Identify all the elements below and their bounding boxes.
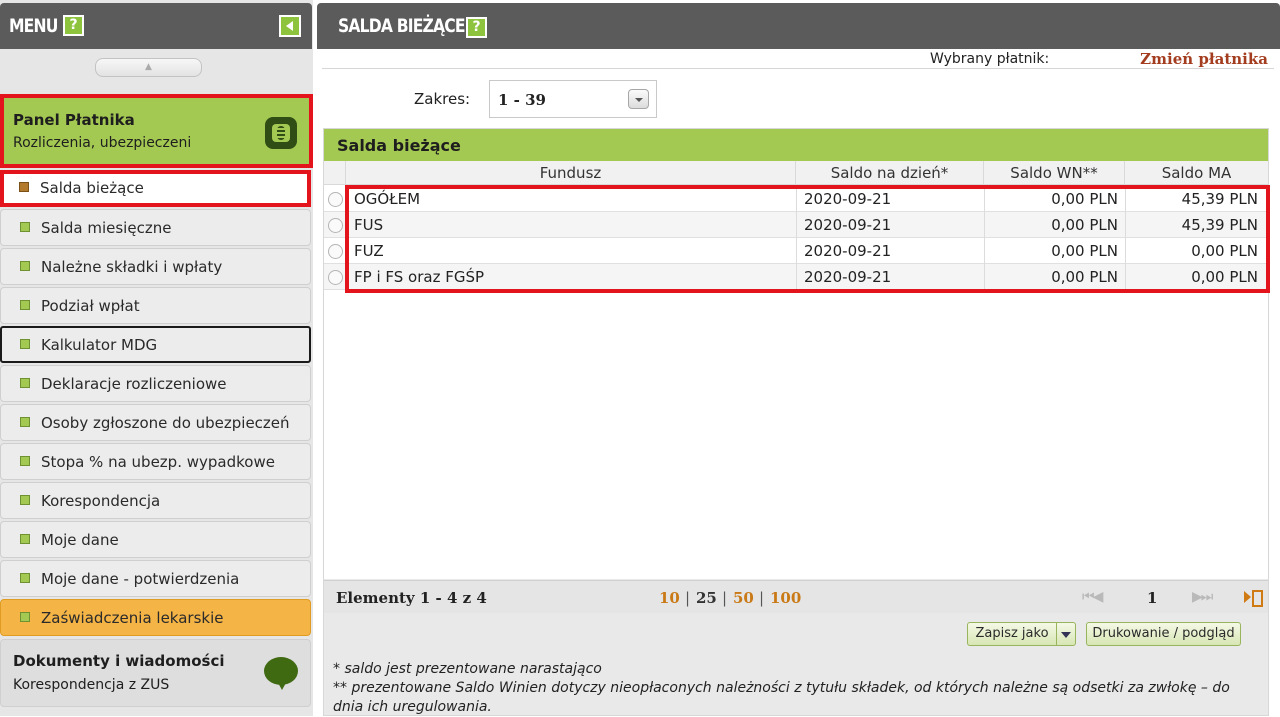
separator: |: [685, 589, 691, 607]
bullet-icon: [20, 339, 30, 349]
menu-title: MENU: [9, 15, 58, 37]
dokumenty-group[interactable]: Dokumenty i wiadomości Korespondencja z …: [0, 639, 311, 707]
sidebar-item-label: Moje dane - potwierdzenia: [41, 570, 240, 588]
column-header-select: [324, 161, 346, 185]
sidebar-item-moje-dane-potwierdzenia[interactable]: Moje dane - potwierdzenia: [0, 560, 311, 597]
last-page-icon[interactable]: [1244, 589, 1263, 607]
row-radio[interactable]: [328, 192, 343, 207]
sidebar-item-label: Moje dane: [41, 531, 119, 549]
sidebar-item-label: Deklaracje rozliczeniowe: [41, 375, 227, 393]
bullet-icon: [20, 222, 30, 232]
balances-grid: Salda bieżące Fundusz Saldo na dzień* Sa…: [323, 128, 1270, 716]
main-content: SALDA BIEŻĄCE ? Wybrany płatnik: Zmień p…: [317, 0, 1280, 716]
bullet-icon: [20, 534, 30, 544]
sidebar-item-osoby-zgloszone[interactable]: Osoby zgłoszone do ubezpieczeń: [0, 404, 311, 441]
sidebar-item-label: Salda bieżące: [40, 179, 144, 197]
panel-subtitle: Rozliczenia, ubezpieczeni: [13, 135, 192, 151]
page-help-icon[interactable]: ?: [466, 17, 487, 38]
grid-footer: Elementy 1 - 4 z 4 10 | 25 | 50 | 100 ⏮◀…: [324, 580, 1268, 613]
sidebar-item-moje-dane[interactable]: Moje dane: [0, 521, 311, 558]
change-payer-link[interactable]: Zmień płatnika: [1140, 50, 1268, 68]
sidebar-item-salda-biezace[interactable]: Salda bieżące: [0, 170, 311, 207]
page-size-100[interactable]: 100: [770, 589, 801, 607]
save-as-button[interactable]: Zapisz jako: [967, 622, 1057, 646]
footnote-1: * saldo jest prezentowane narastająco: [333, 661, 602, 677]
print-preview-button[interactable]: Drukowanie / podgląd: [1086, 622, 1241, 646]
page-size-10[interactable]: 10: [659, 589, 680, 607]
range-select[interactable]: 1 - 39: [489, 80, 657, 118]
bullet-icon: [20, 612, 30, 622]
first-prev-page-icon[interactable]: ⏮◀: [1082, 589, 1103, 605]
page-size-50[interactable]: 50: [733, 589, 754, 607]
bullet-icon: [20, 573, 30, 583]
bullet-icon: [20, 300, 30, 310]
docs-title: Dokumenty i wiadomości: [13, 652, 225, 670]
sidebar-item-nalezne-skladki[interactable]: Należne składki i wpłaty: [0, 248, 311, 285]
sidebar-item-deklaracje[interactable]: Deklaracje rozliczeniowe: [0, 365, 311, 402]
grid-title-bar: Salda bieżące: [324, 129, 1268, 161]
bullet-icon: [19, 182, 29, 192]
footnote-2: ** prezentowane Saldo Winien dotyczy nie…: [333, 680, 1230, 715]
sidebar-item-korespondencja[interactable]: Korespondencja: [0, 482, 311, 519]
sidebar-item-podzial-wplat[interactable]: Podział wpłat: [0, 287, 311, 324]
save-as-dropdown-icon[interactable]: [1056, 622, 1076, 646]
current-page: 1: [1147, 589, 1158, 607]
sidebar-item-label: Salda miesięczne: [41, 219, 172, 237]
panel-title: Panel Płatnika: [13, 111, 135, 129]
chevron-down-icon[interactable]: [628, 89, 649, 109]
sidebar-item-label: Podział wpłat: [41, 297, 140, 315]
collapse-menu-icon[interactable]: [279, 15, 301, 37]
sidebar: MENU ? ▲ Panel Płatnika Rozliczenia, ube…: [0, 0, 313, 716]
bullet-icon: [20, 456, 30, 466]
payer-bar: Wybrany płatnik: Zmień płatnika: [322, 49, 1274, 69]
sidebar-item-label: Osoby zgłoszone do ubezpieczeń: [41, 414, 290, 432]
main-header: SALDA BIEŻĄCE ?: [317, 3, 1280, 49]
menu-header: MENU ?: [0, 3, 312, 49]
sidebar-item-stopa[interactable]: Stopa % na ubezp. wypadkowe: [0, 443, 311, 480]
next-last-page-icon[interactable]: ▶⏭: [1192, 589, 1213, 605]
column-header-saldo-wn[interactable]: Saldo WN**: [984, 161, 1125, 185]
row-radio[interactable]: [328, 244, 343, 259]
row-radio[interactable]: [328, 270, 343, 285]
sidebar-item-label: Zaświadczenia lekarskie: [41, 609, 224, 627]
page-size-25[interactable]: 25: [696, 589, 717, 607]
panel-platnika-group[interactable]: Panel Płatnika Rozliczenia, ubezpieczeni: [0, 94, 313, 168]
menu-help-icon[interactable]: ?: [63, 15, 84, 36]
column-header-fundusz[interactable]: Fundusz: [346, 161, 796, 185]
coins-icon: [265, 117, 297, 149]
bullet-icon: [20, 378, 30, 388]
sidebar-item-salda-miesieczne[interactable]: Salda miesięczne: [0, 209, 311, 246]
grid-body: Fundusz Saldo na dzień* Saldo WN** Saldo…: [324, 161, 1270, 579]
page-title: SALDA BIEŻĄCE: [338, 15, 466, 37]
sidebar-item-zaswiadczenia[interactable]: Zaświadczenia lekarskie: [0, 599, 311, 636]
docs-subtitle: Korespondencja z ZUS: [13, 677, 170, 693]
scroll-up-button[interactable]: ▲: [95, 58, 202, 77]
row-radio[interactable]: [328, 218, 343, 233]
elements-count: Elementy 1 - 4 z 4: [336, 589, 487, 607]
range-value: 1 - 39: [498, 91, 546, 109]
sidebar-item-label: Należne składki i wpłaty: [41, 258, 223, 276]
bullet-icon: [20, 417, 30, 427]
sidebar-item-label: Korespondencja: [41, 492, 161, 510]
speech-bubble-icon: [264, 657, 298, 690]
bullet-icon: [20, 495, 30, 505]
sidebar-item-kalkulator-mdg[interactable]: Kalkulator MDG: [0, 326, 311, 363]
separator: |: [722, 589, 728, 607]
range-label: Zakres:: [414, 90, 471, 108]
grid-title: Salda bieżące: [337, 136, 461, 155]
separator: |: [759, 589, 765, 607]
column-header-saldo-na-dzien[interactable]: Saldo na dzień*: [796, 161, 984, 185]
column-header-saldo-ma[interactable]: Saldo MA: [1125, 161, 1268, 185]
payer-label: Wybrany płatnik:: [930, 51, 1050, 67]
rows-highlight-outline: [345, 185, 1270, 293]
bullet-icon: [20, 261, 30, 271]
sidebar-item-label: Stopa % na ubezp. wypadkowe: [41, 453, 275, 471]
sidebar-item-label: Kalkulator MDG: [41, 336, 158, 354]
